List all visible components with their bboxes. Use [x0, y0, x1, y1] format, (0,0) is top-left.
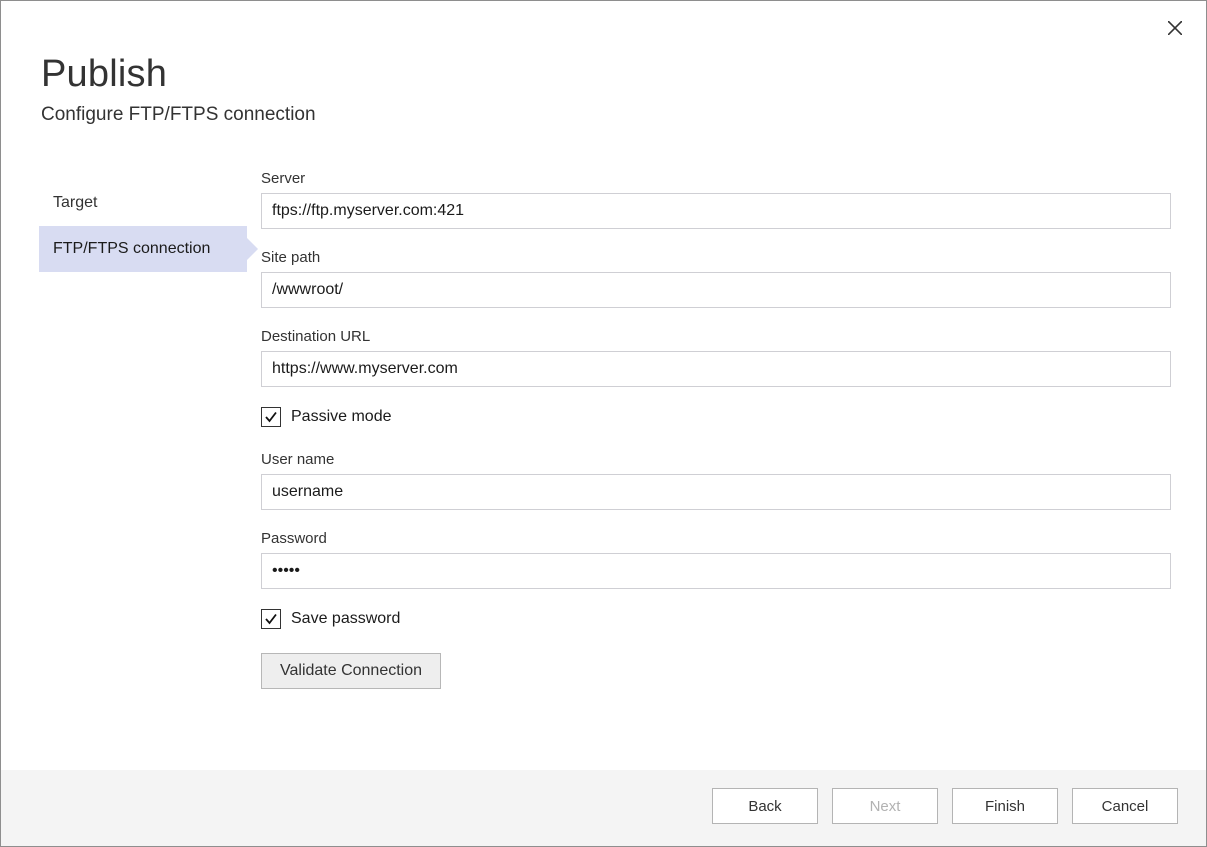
savepw-label: Save password [291, 610, 400, 628]
savepw-row: Save password [261, 609, 1178, 629]
dialog-body: Target FTP/FTPS connection Server Site p… [1, 126, 1206, 770]
dialog-footer: Back Next Finish Cancel [1, 770, 1206, 846]
sitepath-input[interactable] [261, 272, 1171, 308]
password-block: Password [261, 530, 1178, 589]
sidebar-item-label: FTP/FTPS connection [53, 240, 210, 257]
close-button[interactable] [1162, 15, 1188, 41]
passive-row: Passive mode [261, 407, 1178, 427]
sitepath-label: Site path [261, 249, 1178, 266]
username-block: User name [261, 451, 1178, 510]
sitepath-block: Site path [261, 249, 1178, 308]
checkmark-icon [264, 612, 278, 626]
sidebar-item-target[interactable]: Target [39, 180, 247, 226]
password-label: Password [261, 530, 1178, 547]
sidebar-item-ftp-connection[interactable]: FTP/FTPS connection [39, 226, 247, 272]
back-button[interactable]: Back [712, 788, 818, 824]
server-block: Server [261, 170, 1178, 229]
validate-connection-button[interactable]: Validate Connection [261, 653, 441, 689]
next-button: Next [832, 788, 938, 824]
passive-label: Passive mode [291, 408, 392, 426]
passive-checkbox[interactable] [261, 407, 281, 427]
cancel-button[interactable]: Cancel [1072, 788, 1178, 824]
finish-button[interactable]: Finish [952, 788, 1058, 824]
username-label: User name [261, 451, 1178, 468]
dialog-title: Publish [41, 53, 1166, 96]
close-icon [1168, 21, 1182, 35]
server-input[interactable] [261, 193, 1171, 229]
username-input[interactable] [261, 474, 1171, 510]
wizard-sidebar: Target FTP/FTPS connection [1, 166, 259, 770]
dialog-subtitle: Configure FTP/FTPS connection [41, 104, 1166, 126]
ftp-form: Server Site path Destination URL Passive… [259, 166, 1178, 770]
desturl-input[interactable] [261, 351, 1171, 387]
password-input[interactable] [261, 553, 1171, 589]
savepw-checkbox[interactable] [261, 609, 281, 629]
desturl-block: Destination URL [261, 328, 1178, 387]
sidebar-item-label: Target [53, 194, 97, 211]
checkmark-icon [264, 410, 278, 424]
server-label: Server [261, 170, 1178, 187]
dialog-header: Publish Configure FTP/FTPS connection [1, 1, 1206, 126]
publish-dialog: Publish Configure FTP/FTPS connection Ta… [0, 0, 1207, 847]
desturl-label: Destination URL [261, 328, 1178, 345]
